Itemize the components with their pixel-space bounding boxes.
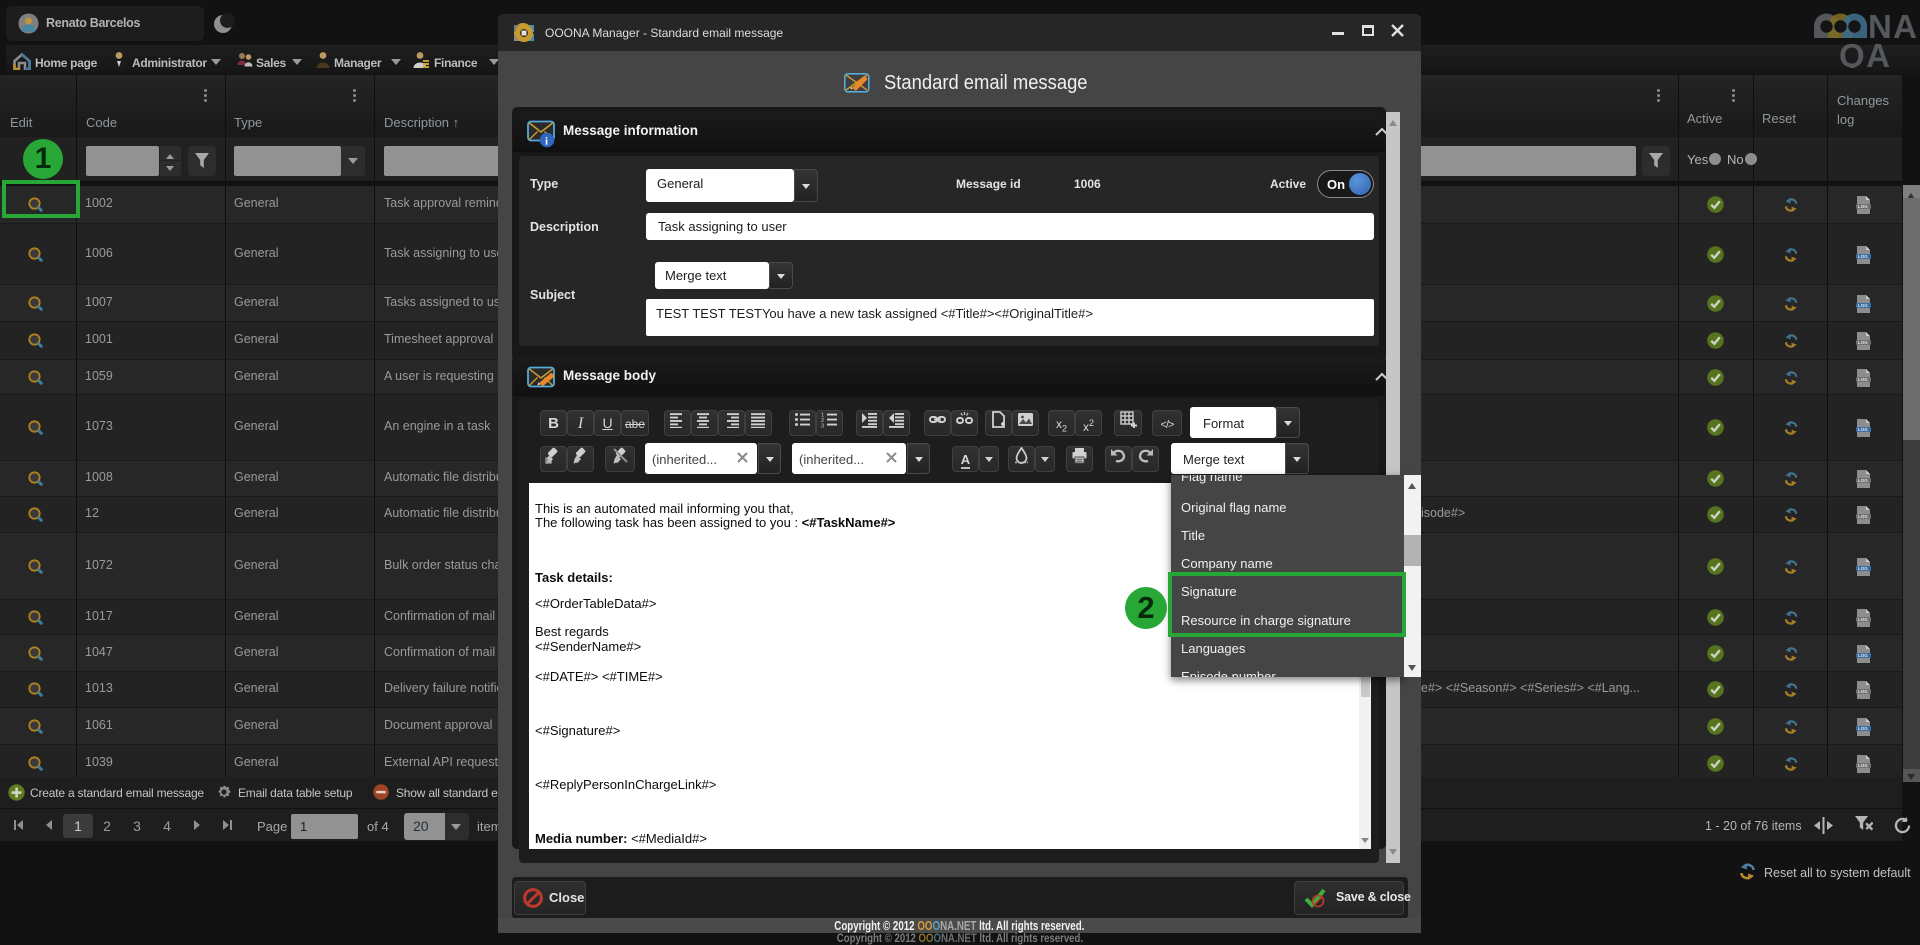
svg-text:LOG: LOG [1858, 689, 1868, 694]
svg-text:LOG: LOG [1858, 427, 1868, 432]
svg-text:LOG: LOG [1858, 726, 1868, 731]
svg-text:LOG: LOG [1858, 377, 1868, 382]
svg-text:LOG: LOG [1858, 617, 1868, 622]
svg-text:LOG: LOG [1858, 254, 1868, 259]
svg-text:LOG: LOG [1858, 340, 1868, 345]
svg-text:LOG: LOG [1858, 763, 1868, 768]
svg-text:LOG: LOG [1858, 478, 1868, 483]
svg-text:LOG: LOG [1858, 653, 1868, 658]
svg-text:LOG: LOG [1858, 204, 1868, 209]
svg-text:LOG: LOG [1858, 514, 1868, 519]
svg-text:3: 3 [821, 424, 824, 429]
svg-text:LOG: LOG [1858, 566, 1868, 571]
svg-text:i: i [545, 136, 548, 148]
svg-text:QA: QA [1839, 37, 1889, 68]
svg-text:LOG: LOG [1858, 303, 1868, 308]
